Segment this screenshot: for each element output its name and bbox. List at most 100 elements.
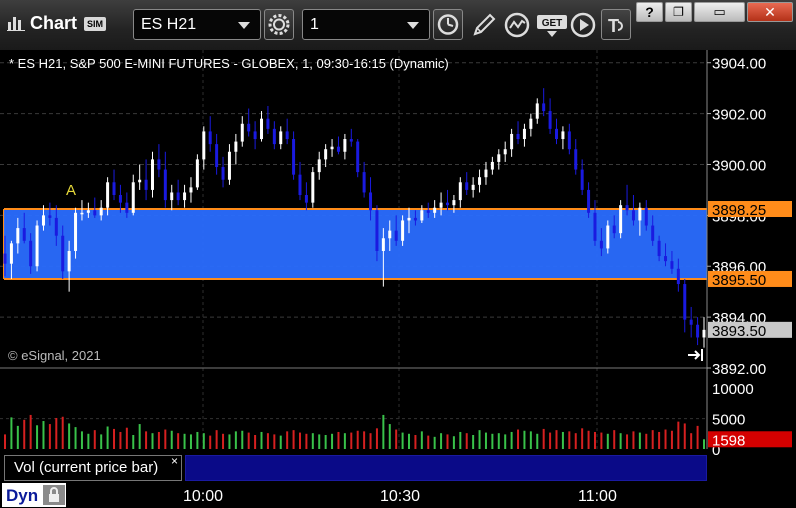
study-wave-icon[interactable]: [502, 10, 532, 40]
candle-body: [439, 202, 443, 208]
settings-gear-icon: [268, 14, 290, 35]
candle-body: [651, 225, 655, 241]
time-button[interactable]: [433, 9, 463, 40]
candle-body: [593, 212, 597, 241]
candle-body: [330, 146, 334, 150]
settings-button[interactable]: [264, 9, 294, 40]
time-label: 11:00: [578, 488, 617, 505]
lock-icon[interactable]: [43, 485, 65, 505]
candle-body: [202, 131, 206, 160]
candle-body: [484, 169, 488, 178]
candle-body: [561, 131, 565, 140]
last-price-label: 3893.50: [712, 323, 766, 340]
candle-body: [471, 184, 475, 190]
candle-body: [369, 192, 373, 211]
restore-button[interactable]: ❐: [665, 2, 692, 22]
candle-body: [150, 159, 154, 190]
candle-body: [631, 210, 635, 221]
candle-body: [497, 154, 501, 162]
candle-body: [41, 215, 45, 226]
candle-body: [664, 256, 668, 262]
interval-combo[interactable]: 1: [302, 9, 430, 40]
get-data-icon[interactable]: GET: [535, 10, 569, 40]
play-icon[interactable]: [568, 10, 598, 40]
candle-body: [670, 261, 674, 269]
candle: [619, 200, 623, 239]
candle-body: [503, 149, 507, 155]
candle-body: [625, 205, 629, 211]
candle-body: [106, 182, 110, 208]
candle-body: [433, 207, 437, 213]
candle-body: [413, 217, 417, 221]
window-title: Chart: [30, 13, 78, 33]
candle-body: [240, 123, 244, 142]
candle-body: [548, 111, 552, 129]
time-label: 10:30: [380, 488, 421, 505]
candle-body: [298, 174, 302, 196]
price-chart[interactable]: A 3904.003902.003900.003898.003896.00389…: [0, 50, 796, 485]
candle-body: [458, 182, 462, 201]
chevron-down-icon: [238, 22, 250, 29]
minimize-button[interactable]: ▭: [694, 2, 745, 22]
pencil-draw-icon[interactable]: [469, 10, 499, 40]
candle-body: [689, 319, 693, 325]
chevron-down-icon: [407, 22, 419, 29]
chart-app-icon: [7, 17, 25, 31]
symbol-combo[interactable]: ES H21: [133, 9, 261, 40]
candle-body: [349, 139, 353, 142]
price-tick-label: 3904.00: [712, 56, 766, 73]
candle: [311, 167, 315, 208]
candle-body: [336, 146, 340, 152]
candle-body: [74, 212, 78, 251]
candle-body: [535, 103, 539, 119]
candle-body: [407, 217, 411, 221]
interval-value: 1: [310, 16, 319, 33]
candle-body: [221, 167, 225, 180]
volume-pane-close-icon[interactable]: ×: [171, 454, 178, 468]
candle-body: [9, 243, 13, 264]
volume-tick-label: 10000: [712, 381, 754, 398]
candle-body: [304, 195, 308, 203]
price-tick-label: 3892.00: [712, 361, 766, 378]
candle-body: [696, 324, 700, 338]
candle-body: [247, 123, 251, 132]
candle-body: [16, 228, 20, 244]
candle-body: [279, 131, 283, 145]
candle-body: [22, 228, 26, 241]
candle-body: [311, 172, 315, 203]
candle-body: [657, 240, 661, 257]
candle-body: [388, 230, 392, 239]
help-button[interactable]: ?: [636, 2, 663, 22]
candle-body: [375, 210, 379, 251]
candle-body: [394, 230, 398, 241]
candle-body: [189, 187, 193, 193]
candle-body: [606, 225, 610, 249]
symbol-value: ES H21: [141, 16, 197, 33]
close-button[interactable]: ✕: [747, 2, 793, 22]
marker-a-label: A: [66, 182, 76, 199]
candle-body: [490, 161, 494, 170]
candle-body: [401, 220, 405, 241]
price-tick-label: 3902.00: [712, 107, 766, 124]
dynamic-label: Dyn: [6, 486, 39, 505]
candle-body: [260, 118, 264, 140]
candle-body: [567, 131, 571, 150]
candle-body: [381, 238, 385, 251]
candle-body: [35, 225, 39, 267]
candle-body: [683, 284, 687, 320]
volume-pane-label[interactable]: Vol (current price bar): [4, 455, 182, 481]
candle-body: [580, 169, 584, 190]
text-format-button[interactable]: T: [601, 9, 631, 40]
candle-body: [80, 212, 84, 215]
candle-body: [324, 149, 328, 160]
candle-body: [163, 169, 167, 201]
svg-text:GET: GET: [542, 18, 563, 29]
candle-body: [574, 149, 578, 170]
copyright-text: © eSignal, 2021: [8, 348, 101, 363]
candle-body: [612, 225, 616, 234]
candle-body: [67, 250, 71, 272]
candle: [356, 139, 360, 178]
text-format-icon: T: [608, 16, 623, 36]
sim-badge: SIM: [84, 17, 106, 31]
candle-body: [157, 159, 161, 170]
